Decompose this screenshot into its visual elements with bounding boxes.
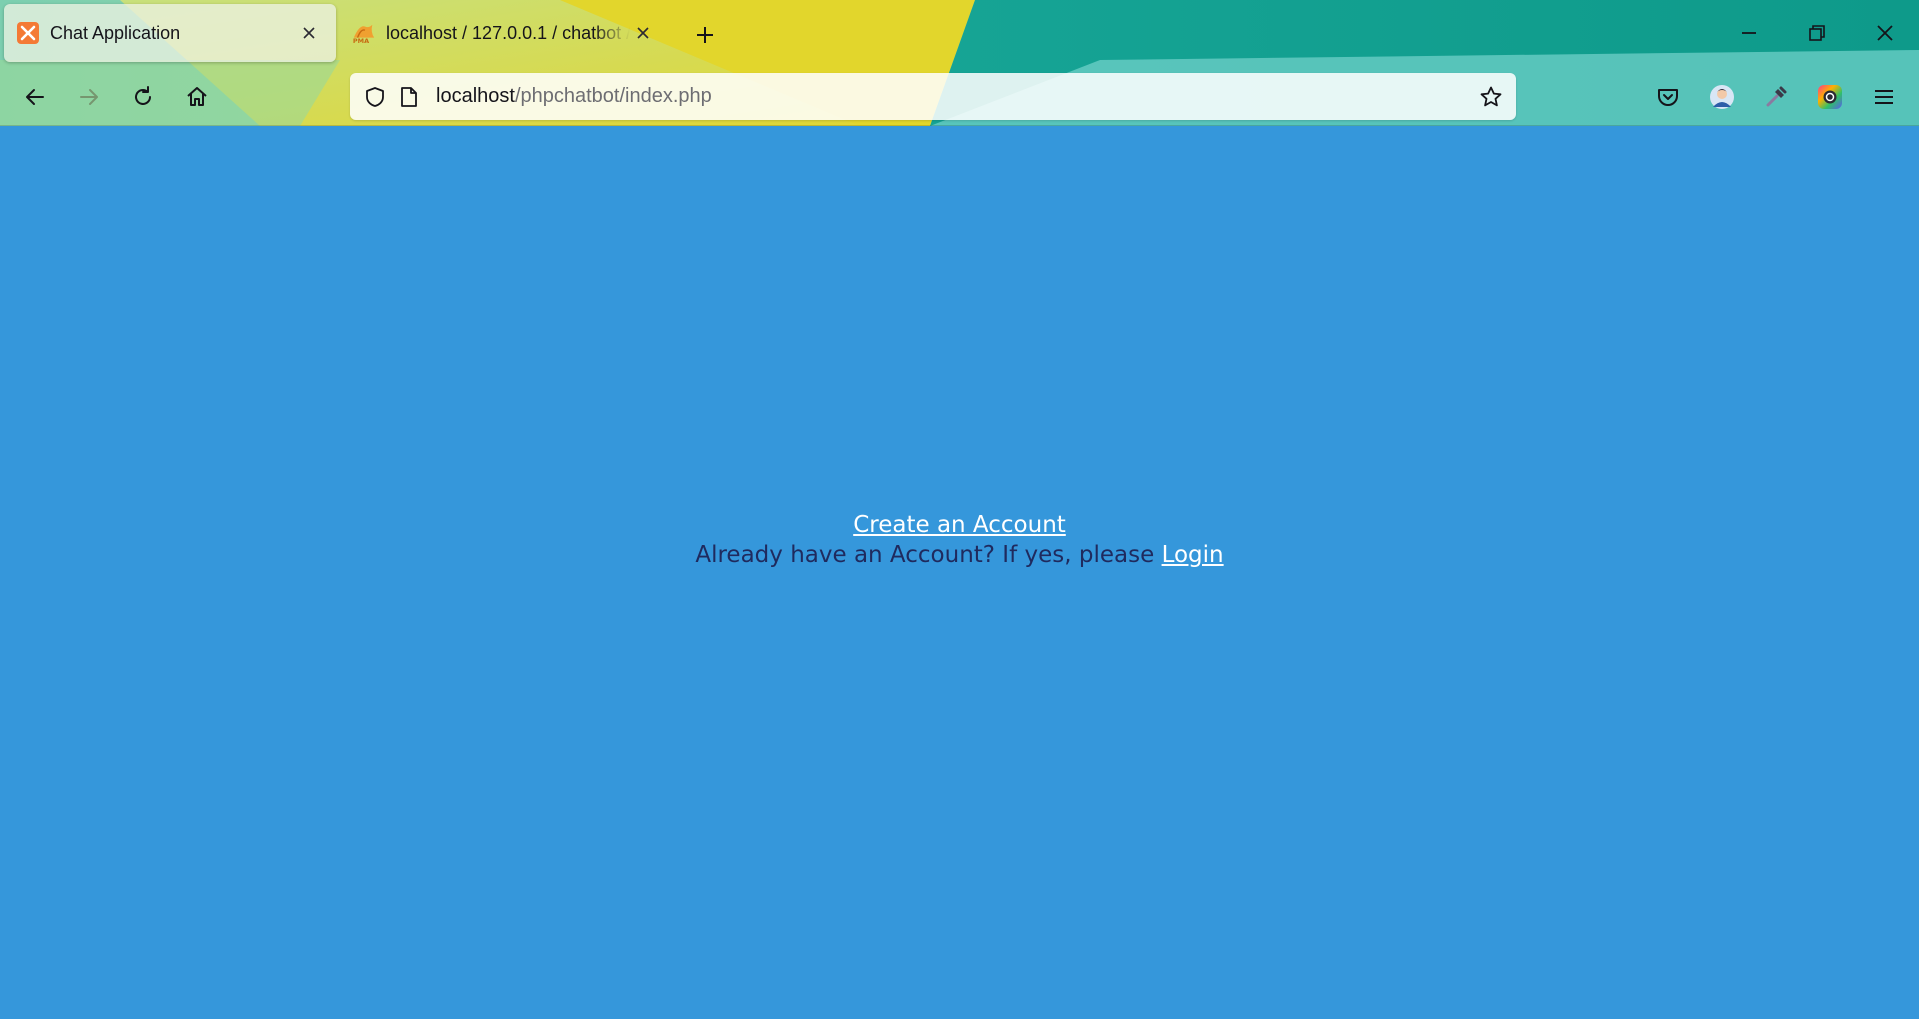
xampp-icon xyxy=(16,21,40,45)
svg-text:PMA: PMA xyxy=(353,37,369,44)
close-tab-icon[interactable] xyxy=(630,20,656,46)
close-icon xyxy=(1877,25,1893,41)
browser-chrome: Chat Application PMA localhost / 127.0.0… xyxy=(0,0,1919,126)
tab-phpmyadmin[interactable]: PMA localhost / 127.0.0.1 / chatbot / us… xyxy=(338,4,670,62)
account-button[interactable] xyxy=(1703,78,1741,116)
eyedropper-icon xyxy=(1766,86,1787,107)
url-bar[interactable]: localhost/phpchatbot/index.php xyxy=(350,73,1516,120)
auth-links: Create an Account Already have an Accoun… xyxy=(0,510,1919,570)
login-link[interactable]: Login xyxy=(1162,542,1224,568)
color-extension-button[interactable] xyxy=(1811,78,1849,116)
browser-window: Chat Application PMA localhost / 127.0.0… xyxy=(0,0,1919,1019)
forward-arrow-icon xyxy=(80,89,98,105)
home-icon xyxy=(187,87,207,106)
minimize-button[interactable] xyxy=(1726,12,1772,54)
plus-icon xyxy=(697,27,713,43)
app-menu-button[interactable] xyxy=(1865,78,1903,116)
color-extension-icon xyxy=(1818,85,1842,109)
restore-icon xyxy=(1809,25,1825,41)
reload-icon xyxy=(135,86,151,105)
tracking-protection-shield-icon[interactable] xyxy=(362,84,388,110)
pocket-button[interactable] xyxy=(1649,78,1687,116)
login-prompt-text: Already have an Account? If yes, please xyxy=(695,542,1155,568)
page-icon[interactable] xyxy=(396,84,422,110)
page-content: Create an Account Already have an Accoun… xyxy=(0,126,1919,1019)
tab-title: Chat Application xyxy=(50,22,181,43)
home-button[interactable] xyxy=(178,78,216,116)
create-account-link[interactable]: Create an Account xyxy=(853,512,1066,538)
login-prompt-line: Already have an Account? If yes, please … xyxy=(0,540,1919,570)
url-path: /phpchatbot/index.php xyxy=(514,85,712,107)
account-avatar-icon xyxy=(1710,85,1734,109)
new-tab-button[interactable] xyxy=(688,18,722,52)
reload-button[interactable] xyxy=(124,78,162,116)
url-text[interactable]: localhost/phpchatbot/index.php xyxy=(436,85,1476,108)
minimize-icon xyxy=(1742,32,1756,34)
back-button[interactable] xyxy=(16,78,54,116)
phpmyadmin-icon: PMA xyxy=(352,21,376,45)
bookmark-star-icon[interactable] xyxy=(1476,82,1506,112)
pocket-icon xyxy=(1658,89,1678,106)
forward-button[interactable] xyxy=(70,78,108,116)
close-window-button[interactable] xyxy=(1862,12,1908,54)
hamburger-menu-icon xyxy=(1875,90,1893,104)
tab-title: localhost / 127.0.0.1 / chatbot / users … xyxy=(386,22,630,43)
tab-chat-application[interactable]: Chat Application xyxy=(4,4,336,62)
back-arrow-icon xyxy=(26,89,44,105)
url-host: localhost xyxy=(436,85,515,107)
restore-button[interactable] xyxy=(1794,12,1840,54)
close-tab-icon[interactable] xyxy=(296,20,322,46)
eyedropper-button[interactable] xyxy=(1757,78,1795,116)
